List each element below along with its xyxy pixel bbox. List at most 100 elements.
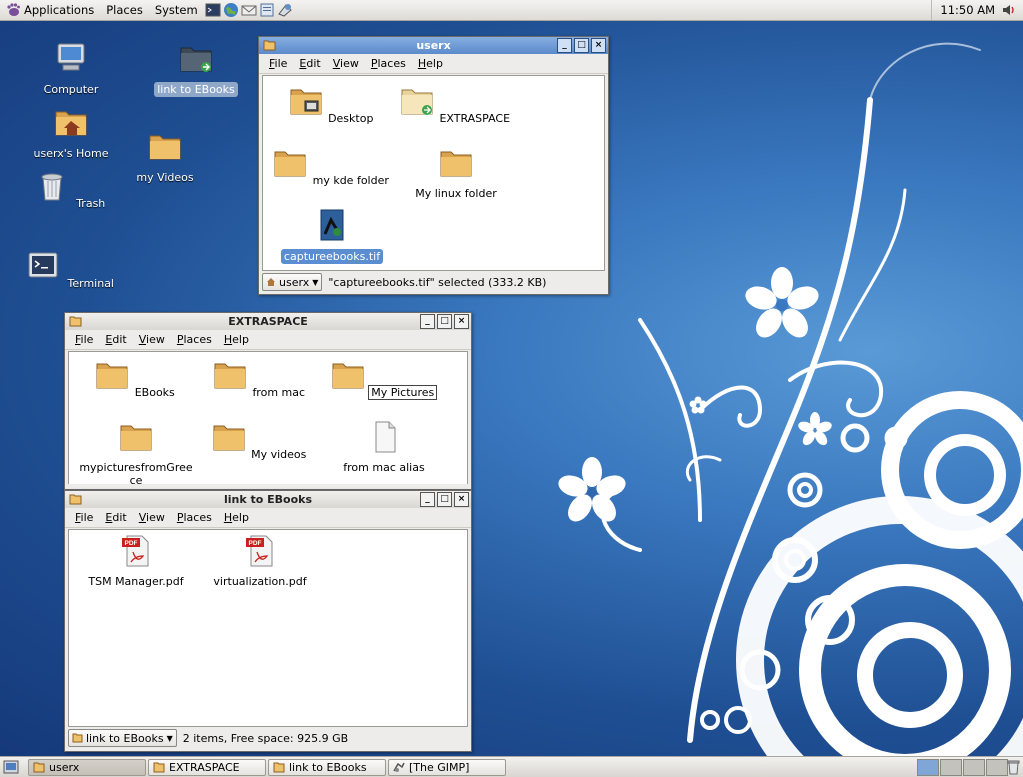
- maximize-button[interactable]: □: [437, 314, 452, 329]
- desktop-icon-my-videos[interactable]: my Videos: [115, 128, 215, 185]
- taskbar-item-userx[interactable]: userx: [28, 759, 146, 776]
- file-item-captureebooks[interactable]: captureebooks.tif: [273, 208, 391, 264]
- menu-view[interactable]: View: [133, 333, 171, 346]
- desktop-icon-trash[interactable]: Trash: [21, 168, 121, 211]
- titlebar[interactable]: EXTRASPACE _ □ ×: [65, 313, 471, 330]
- maximize-button[interactable]: □: [437, 492, 452, 507]
- chevron-down-icon: ▼: [166, 733, 173, 743]
- file-item-extraspace[interactable]: EXTRASPACE: [397, 84, 515, 125]
- file-item-virtualization[interactable]: PDF virtualization.pdf: [201, 534, 319, 588]
- titlebar[interactable]: link to EBooks _ □ ×: [65, 491, 471, 508]
- menu-file[interactable]: File: [69, 333, 99, 346]
- maximize-button[interactable]: □: [574, 38, 589, 53]
- taskbar-item-extraspace[interactable]: EXTRASPACE: [148, 759, 266, 776]
- mail-icon[interactable]: [241, 2, 257, 18]
- menu-view[interactable]: View: [327, 57, 365, 70]
- menu-file[interactable]: File: [263, 57, 293, 70]
- titlebar[interactable]: userx _ □ ×: [259, 37, 608, 54]
- file-item-label: My videos: [251, 448, 307, 461]
- menu-file[interactable]: File: [69, 511, 99, 524]
- home-folder-icon: [55, 111, 87, 136]
- workspace-3[interactable]: [963, 759, 985, 776]
- workspace-1[interactable]: [917, 759, 939, 776]
- file-item-label: EXTRASPACE: [439, 112, 511, 125]
- desktop-icon-label: Trash: [76, 197, 106, 210]
- places-label: Places: [106, 3, 143, 17]
- window-userx[interactable]: userx _ □ × File Edit View Places Help D…: [258, 36, 609, 295]
- editor-icon[interactable]: [259, 2, 275, 18]
- file-item-ebooks[interactable]: EBooks: [77, 358, 195, 399]
- taskbar-item-link-to-ebooks[interactable]: link to EBooks: [268, 759, 386, 776]
- menu-view[interactable]: View: [133, 511, 171, 524]
- minimize-button[interactable]: _: [557, 38, 572, 53]
- menu-edit[interactable]: Edit: [99, 333, 132, 346]
- menu-help[interactable]: Help: [218, 511, 255, 524]
- close-button[interactable]: ×: [454, 492, 469, 507]
- window-extraspace[interactable]: EXTRASPACE _ □ × File Edit View Places H…: [64, 312, 472, 490]
- window-link-to-ebooks[interactable]: link to EBooks _ □ × File Edit View Plac…: [64, 490, 472, 752]
- file-view[interactable]: EBooks from mac My Pictures mypicturesfr…: [68, 351, 468, 487]
- desktop-icon-link-to-ebooks[interactable]: link to EBooks: [146, 40, 246, 97]
- minimize-button[interactable]: _: [420, 314, 435, 329]
- desktop-icon-label: userx's Home: [33, 147, 109, 160]
- location-combo[interactable]: link to EBooks ▼: [68, 729, 177, 747]
- file-item-desktop[interactable]: Desktop: [273, 84, 391, 125]
- desktop-icon-label: link to EBooks: [154, 82, 238, 97]
- close-button[interactable]: ×: [454, 314, 469, 329]
- location-combo[interactable]: userx ▼: [262, 273, 323, 291]
- file-item-my-pictures[interactable]: My Pictures: [325, 358, 443, 400]
- file-item-tsm-manager[interactable]: PDF TSM Manager.pdf: [77, 534, 195, 588]
- menu-help[interactable]: Help: [218, 333, 255, 346]
- file-item-from-mac[interactable]: from mac: [201, 358, 319, 399]
- menu-places[interactable]: Places: [171, 511, 218, 524]
- browser-icon[interactable]: [223, 2, 239, 18]
- minimize-button[interactable]: _: [420, 492, 435, 507]
- close-button[interactable]: ×: [591, 38, 606, 53]
- applications-menu[interactable]: Applications: [0, 0, 100, 20]
- volume-icon[interactable]: [1001, 2, 1017, 18]
- file-view[interactable]: PDF TSM Manager.pdf PDF virtualization.p…: [68, 529, 468, 727]
- folder-icon: [153, 762, 165, 773]
- window-title: EXTRASPACE: [228, 315, 308, 328]
- taskbar-item-gimp[interactable]: [The GIMP]: [388, 759, 506, 776]
- terminal-icon[interactable]: [205, 2, 221, 18]
- file-item-mypicturesfromgreece[interactable]: mypicturesfromGree ce: [77, 420, 195, 487]
- places-menu[interactable]: Places: [100, 0, 149, 20]
- file-item-label: My linux folder: [415, 187, 497, 200]
- image-file-icon: [320, 209, 344, 241]
- folder-icon: [332, 363, 364, 389]
- file-item-my-videos[interactable]: My videos: [201, 420, 319, 461]
- show-desktop-icon[interactable]: [3, 759, 19, 775]
- notes-icon[interactable]: [277, 2, 293, 18]
- folder-icon: [263, 40, 276, 51]
- system-menu[interactable]: System: [149, 0, 204, 20]
- home-folder-icon: [33, 762, 45, 773]
- folder-icon: [149, 135, 181, 160]
- file-item-my-linux-folder[interactable]: My linux folder: [397, 146, 515, 200]
- file-view[interactable]: Desktop EXTRASPACE my kde folder My linu…: [262, 75, 605, 271]
- folder-icon: [440, 151, 472, 177]
- applications-label: Applications: [24, 3, 95, 17]
- menu-edit[interactable]: Edit: [99, 511, 132, 524]
- file-item-from-mac-alias[interactable]: from mac alias: [325, 420, 443, 474]
- menu-places[interactable]: Places: [365, 57, 412, 70]
- menu-places[interactable]: Places: [171, 333, 218, 346]
- menu-help[interactable]: Help: [412, 57, 449, 70]
- taskbar-label: EXTRASPACE: [169, 761, 240, 774]
- file-item-my-kde-folder[interactable]: my kde folder: [273, 146, 391, 187]
- top-panel: Applications Places System 11:50 AM: [0, 0, 1023, 21]
- trash-icon: [41, 173, 63, 201]
- desktop-icon-terminal[interactable]: Terminal: [21, 248, 121, 291]
- desktop-icon-home[interactable]: userx's Home: [21, 104, 121, 161]
- menubar: File Edit View Places Help: [65, 508, 471, 528]
- trash-icon[interactable]: [1006, 759, 1021, 775]
- pdf-badge: PDF: [125, 540, 138, 547]
- workspace-4[interactable]: [986, 759, 1008, 776]
- menu-edit[interactable]: Edit: [293, 57, 326, 70]
- location-label: userx: [279, 275, 310, 289]
- file-item-label: my kde folder: [312, 174, 389, 187]
- clock[interactable]: 11:50 AM: [931, 0, 995, 20]
- statusbar: userx ▼ "captureebooks.tif" selected (33…: [259, 272, 608, 292]
- workspace-2[interactable]: [940, 759, 962, 776]
- desktop-icon-computer[interactable]: Computer: [21, 40, 121, 97]
